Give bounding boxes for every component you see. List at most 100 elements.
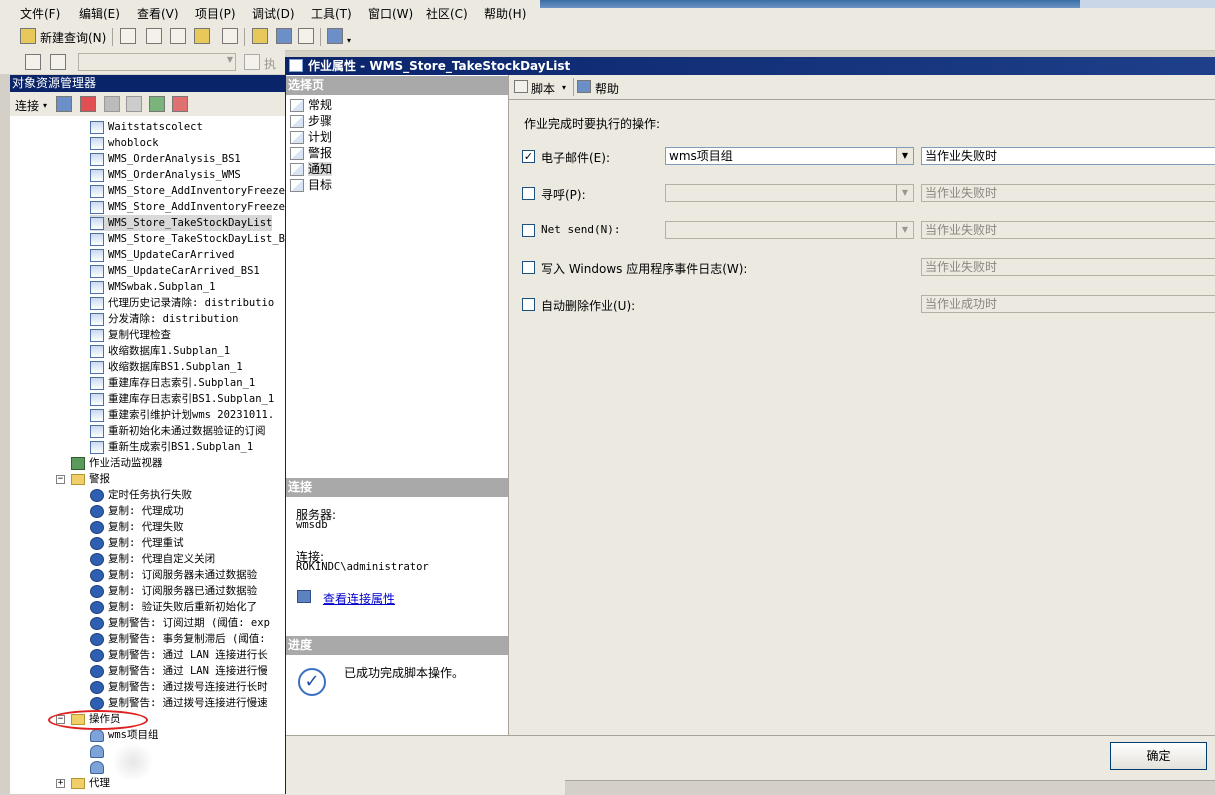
job-icon — [90, 120, 104, 134]
view-connection-properties-link[interactable]: 查看连接属性 — [323, 590, 395, 607]
connect-dropdown[interactable]: 连接 — [15, 97, 39, 114]
xmla-query-icon[interactable] — [194, 28, 210, 44]
tree-job-item[interactable]: WMSwbak.Subplan_1 — [90, 279, 215, 295]
collapse-icon[interactable]: − — [56, 475, 65, 484]
execute-icon[interactable] — [244, 54, 260, 70]
email-condition-select[interactable]: 当作业失败时 — [921, 147, 1215, 165]
connect-icon[interactable] — [25, 54, 41, 70]
eventlog-checkbox[interactable] — [522, 261, 535, 274]
tree-alerts-folder[interactable]: 警报 — [71, 471, 110, 487]
tree-job-item[interactable]: 重新生成索引BS1.Subplan_1 — [90, 439, 253, 455]
tree-operator-item[interactable] — [90, 743, 108, 759]
open-folder-icon[interactable] — [252, 28, 268, 44]
tree-job-item[interactable]: WMS_OrderAnalysis_WMS — [90, 167, 241, 183]
change-connection-icon[interactable] — [50, 54, 66, 70]
tree-alert-item[interactable]: 复制: 代理失败 — [90, 519, 184, 535]
menu-view[interactable]: 查看(V) — [137, 5, 179, 22]
tree-alert-item[interactable]: 复制: 代理自定义关闭 — [90, 551, 215, 567]
tree-alert-item[interactable]: 复制警告: 通过 LAN 连接进行长 — [90, 647, 268, 663]
tree-alert-item[interactable]: 定时任务执行失败 — [90, 487, 192, 503]
menu-debug[interactable]: 调试(D) — [252, 5, 295, 22]
autodelete-checkbox[interactable] — [522, 298, 535, 311]
page-schedules[interactable]: 计划 — [290, 129, 332, 145]
script-button[interactable]: 脚本 — [531, 80, 555, 97]
expand-icon[interactable]: + — [56, 779, 65, 788]
dmx-query-icon[interactable] — [170, 28, 186, 44]
alert-icon — [90, 520, 104, 534]
activity-monitor-icon[interactable] — [327, 28, 343, 44]
tree-alert-item[interactable]: 复制警告: 订阅过期 (阈值: exp — [90, 615, 270, 631]
tree-job-item[interactable]: 重建库存日志索引BS1.Subplan_1 — [90, 391, 274, 407]
tree-job-item[interactable]: 重建索引维护计划wms 20231011. — [90, 407, 274, 423]
menu-tools[interactable]: 工具(T) — [311, 5, 352, 22]
toolbar-overflow-icon[interactable]: ▾ — [347, 36, 351, 45]
menu-edit[interactable]: 编辑(E) — [79, 5, 120, 22]
disconnect-icon[interactable] — [80, 96, 96, 112]
tree-job-activity-monitor[interactable]: 作业活动监视器 — [71, 455, 163, 471]
print-icon[interactable] — [298, 28, 314, 44]
tree-alert-item[interactable]: 复制警告: 通过拨号连接进行慢速 — [90, 695, 268, 711]
tree-job-item[interactable]: 重新初始化未通过数据验证的订阅 — [90, 423, 266, 439]
tree-alert-item[interactable]: 复制警告: 通过拨号连接进行长时 — [90, 679, 268, 695]
page-steps[interactable]: 步骤 — [290, 113, 332, 129]
menu-help[interactable]: 帮助(H) — [484, 5, 526, 22]
tree-job-item[interactable]: WMS_Store_TakeStockDayList_BS — [90, 231, 291, 247]
tree-operator-item[interactable] — [90, 759, 108, 775]
alert-icon — [90, 664, 104, 678]
tree-job-item[interactable]: 收缩数据库1.Subplan_1 — [90, 343, 230, 359]
refresh-icon[interactable] — [149, 96, 165, 112]
tree-job-item[interactable]: WMS_UpdateCarArrived_BS1 — [90, 263, 260, 279]
chevron-down-icon[interactable]: ▾ — [43, 101, 47, 110]
tree-job-item-selected[interactable]: WMS_Store_TakeStockDayList — [90, 215, 273, 231]
execute-button[interactable]: 执 — [264, 55, 276, 72]
connect-object-icon[interactable] — [56, 96, 72, 112]
page-notifications[interactable]: 通知 — [290, 161, 333, 177]
toolbar-separator — [573, 78, 574, 96]
tree-job-item[interactable]: WMS_Store_AddInventoryFreezeI — [90, 183, 291, 199]
select-page-header: 选择页 — [286, 76, 508, 95]
menu-community[interactable]: 社区(C) — [426, 5, 468, 22]
netsend-checkbox[interactable] — [522, 224, 535, 237]
new-file-icon[interactable] — [120, 28, 136, 44]
tree-alert-item[interactable]: 复制警告: 通过 LAN 连接进行慢 — [90, 663, 268, 679]
stop-icon[interactable] — [104, 96, 120, 112]
page-targets[interactable]: 目标 — [290, 177, 332, 193]
tree-alert-item[interactable]: 复制警告: 事务复制滞后 (阈值: — [90, 631, 266, 647]
help-button[interactable]: 帮助 — [595, 80, 619, 97]
tree-alert-item[interactable]: 复制: 代理重试 — [90, 535, 184, 551]
tree-alert-item[interactable]: 复制: 订阅服务器未通过数据验 — [90, 567, 257, 583]
tree-job-item[interactable]: 代理历史记录清除: distributio — [90, 295, 274, 311]
menu-window[interactable]: 窗口(W) — [368, 5, 413, 22]
tree-alert-item[interactable]: 复制: 验证失败后重新初始化了 — [90, 599, 257, 615]
tree-job-item[interactable]: 复制代理检查 — [90, 327, 171, 343]
menu-file[interactable]: 文件(F) — [20, 5, 60, 22]
ok-button[interactable]: 确定 — [1110, 742, 1207, 770]
tree-job-item[interactable]: 重建库存日志索引.Subplan_1 — [90, 375, 255, 391]
page-checkbox[interactable] — [522, 187, 535, 200]
menu-project[interactable]: 项目(P) — [195, 5, 236, 22]
page-general[interactable]: 常规 — [290, 97, 332, 113]
page-alerts[interactable]: 警报 — [290, 145, 332, 161]
tree-alert-item[interactable]: 复制: 订阅服务器已通过数据验 — [90, 583, 257, 599]
tree-job-item[interactable]: Waitstatscolect — [90, 119, 203, 135]
tree-job-item[interactable]: WMS_Store_AddInventoryFreezeI — [90, 199, 291, 215]
email-checkbox[interactable]: ✓ — [522, 150, 535, 163]
filter-icon[interactable] — [126, 96, 142, 112]
tree-agent-folder[interactable]: 代理 — [71, 775, 110, 791]
operator-icon — [90, 744, 104, 758]
database-select[interactable]: ▼ — [78, 53, 236, 71]
tree-job-item[interactable]: whoblock — [90, 135, 159, 151]
tree-job-item[interactable]: WMS_UpdateCarArrived — [90, 247, 234, 263]
tree-job-item[interactable]: 收缩数据库BS1.Subplan_1 — [90, 359, 243, 375]
chevron-down-icon[interactable]: ▾ — [562, 83, 566, 92]
new-query-button[interactable]: 新建查询(N) — [40, 29, 106, 46]
job-icon — [90, 344, 104, 358]
email-operator-select[interactable]: wms项目组 ▼ — [665, 147, 914, 165]
tree-alert-item[interactable]: 复制: 代理成功 — [90, 503, 184, 519]
new-document-icon[interactable] — [222, 28, 238, 44]
tree-job-item[interactable]: WMS_OrderAnalysis_BS1 — [90, 151, 241, 167]
mdx-query-icon[interactable] — [146, 28, 162, 44]
summary-icon[interactable] — [172, 96, 188, 112]
save-icon[interactable] — [276, 28, 292, 44]
tree-job-item[interactable]: 分发清除: distribution — [90, 311, 239, 327]
